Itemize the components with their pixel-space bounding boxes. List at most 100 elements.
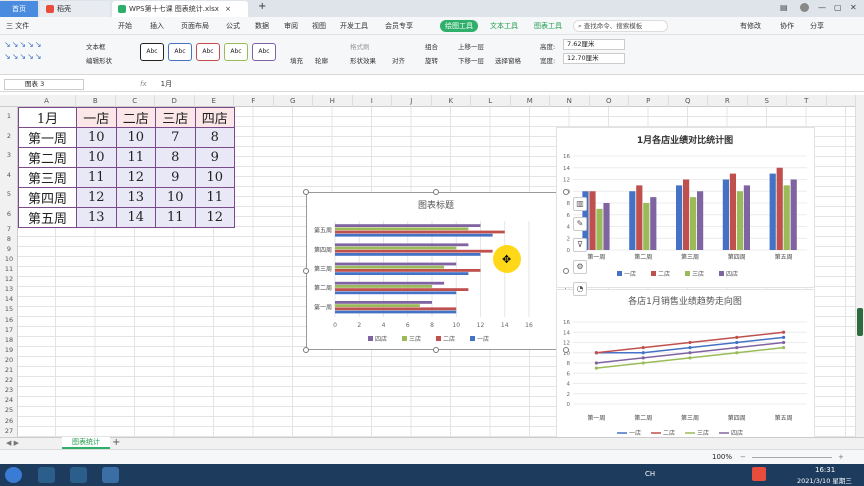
row-header-23[interactable]: 23 bbox=[0, 386, 18, 394]
chart-settings-icon[interactable]: ⚙ bbox=[573, 260, 587, 274]
shape-style-5[interactable]: Abc bbox=[252, 43, 276, 61]
menu-vip[interactable]: 会员专享 bbox=[385, 21, 413, 31]
data-table[interactable]: 1月 一店 二店 三店 四店 第一周 10 10 7 8 第二周 10 11 8 9 第三周 11… bbox=[18, 107, 235, 228]
zoom-level[interactable]: 100% bbox=[712, 453, 732, 461]
row-header-27[interactable]: 27 bbox=[0, 427, 18, 435]
close-tab-icon[interactable]: × bbox=[225, 5, 231, 13]
table-cell[interactable]: 三店 bbox=[155, 107, 196, 128]
textbox-button[interactable]: 文本框 bbox=[86, 41, 106, 51]
table-cell[interactable]: 12 bbox=[76, 187, 117, 208]
row-header-2[interactable]: 2 bbox=[0, 132, 18, 140]
resize-handle[interactable] bbox=[303, 189, 309, 195]
column-header-k[interactable]: K bbox=[432, 95, 471, 107]
row-header-5[interactable]: 5 bbox=[0, 190, 18, 198]
table-cell[interactable]: 8 bbox=[194, 127, 235, 148]
new-tab-icon[interactable]: + bbox=[252, 0, 272, 15]
row-header-19[interactable]: 19 bbox=[0, 346, 18, 354]
column-header-m[interactable]: M bbox=[511, 95, 550, 107]
add-sheet-button[interactable]: + bbox=[112, 437, 120, 448]
collab-button[interactable]: 协作 bbox=[780, 21, 794, 31]
menu-draw-tools[interactable]: 绘图工具 bbox=[440, 20, 478, 32]
zoom-out-icon[interactable]: − bbox=[740, 453, 746, 461]
chart-filter-icon[interactable]: ⊽ bbox=[573, 238, 587, 252]
resize-handle[interactable] bbox=[433, 189, 439, 195]
search-command-input[interactable]: ⌕ 查找命令、搜索模板 bbox=[573, 20, 668, 32]
table-cell[interactable]: 11 bbox=[76, 167, 117, 188]
table-cell[interactable]: 10 bbox=[155, 187, 196, 208]
rotate-button[interactable]: 旋转 bbox=[425, 55, 438, 65]
tab-document[interactable]: WPS第十七课 图表统计.xlsx × bbox=[112, 1, 248, 17]
menu-view[interactable]: 视图 bbox=[312, 21, 326, 31]
row-header-7[interactable]: 7 bbox=[0, 225, 18, 233]
row-header-18[interactable]: 18 bbox=[0, 336, 18, 344]
tab-haoke[interactable]: 稻壳 bbox=[40, 1, 110, 17]
column-header-n[interactable]: N bbox=[550, 95, 590, 107]
table-cell[interactable]: 第二周 bbox=[18, 147, 77, 168]
sheet-nav-icon[interactable]: ◀ ▶ bbox=[6, 439, 19, 447]
table-cell[interactable]: 10 bbox=[76, 147, 117, 168]
column-header-c[interactable]: C bbox=[116, 95, 155, 107]
shape-style-4[interactable]: Abc bbox=[224, 43, 248, 61]
format-brush-button[interactable]: 格式刷 bbox=[350, 41, 370, 51]
table-cell[interactable]: 9 bbox=[155, 167, 196, 188]
table-cell[interactable]: 13 bbox=[76, 207, 117, 228]
share-button[interactable]: 分享 bbox=[810, 21, 824, 31]
table-cell[interactable]: 第三周 bbox=[18, 167, 77, 188]
row-header-25[interactable]: 25 bbox=[0, 406, 18, 414]
outline-button[interactable]: 轮廓 bbox=[315, 55, 328, 65]
column-header-q[interactable]: Q bbox=[669, 95, 708, 107]
column-header-l[interactable]: L bbox=[471, 95, 511, 107]
menu-file[interactable]: 三 文件 bbox=[6, 21, 29, 31]
tab-home[interactable]: 首页 bbox=[0, 1, 38, 17]
menu-data[interactable]: 数据 bbox=[255, 21, 269, 31]
table-cell[interactable]: 第五周 bbox=[18, 207, 77, 228]
row-header-6[interactable]: 6 bbox=[0, 210, 18, 218]
row-header-16[interactable]: 16 bbox=[0, 316, 18, 324]
row-header-8[interactable]: 8 bbox=[0, 235, 18, 243]
table-cell[interactable]: 10 bbox=[76, 127, 117, 148]
scrollbar-thumb[interactable] bbox=[857, 308, 863, 336]
group-button[interactable]: 组合 bbox=[425, 41, 438, 51]
up-layer-button[interactable]: 上移一层 bbox=[458, 41, 484, 51]
row-header-10[interactable]: 10 bbox=[0, 255, 18, 263]
folder-icon[interactable] bbox=[70, 467, 87, 483]
table-cell[interactable]: 11 bbox=[155, 207, 196, 228]
menu-page-layout[interactable]: 页面布局 bbox=[181, 21, 209, 31]
row-header-22[interactable]: 22 bbox=[0, 376, 18, 384]
wps-icon[interactable] bbox=[102, 467, 119, 483]
table-cell[interactable]: 11 bbox=[194, 187, 235, 208]
table-cell[interactable]: 11 bbox=[115, 147, 156, 168]
row-header-15[interactable]: 15 bbox=[0, 305, 18, 313]
menu-start[interactable]: 开始 bbox=[118, 21, 132, 31]
resize-handle[interactable] bbox=[303, 268, 309, 274]
close-icon[interactable]: ✕ bbox=[850, 3, 857, 12]
shape-style-2[interactable]: Abc bbox=[168, 43, 192, 61]
chart-tip-icon[interactable]: ◔ bbox=[573, 282, 587, 296]
column-header-t[interactable]: T bbox=[787, 95, 827, 107]
row-header-14[interactable]: 14 bbox=[0, 295, 18, 303]
menu-chart-tools[interactable]: 图表工具 bbox=[534, 21, 562, 31]
edit-shape-button[interactable]: 编辑形状 bbox=[86, 55, 112, 65]
chart-style-icon[interactable]: ✎ bbox=[573, 217, 587, 231]
table-cell[interactable]: 12 bbox=[115, 167, 156, 188]
column-header-b[interactable]: B bbox=[76, 95, 116, 107]
resize-handle[interactable] bbox=[433, 347, 439, 353]
ime-indicator[interactable]: CH bbox=[645, 470, 655, 478]
column-header-r[interactable]: R bbox=[708, 95, 748, 107]
table-cell[interactable]: 8 bbox=[155, 147, 196, 168]
column-header-p[interactable]: P bbox=[629, 95, 669, 107]
column-header-a[interactable]: A bbox=[18, 95, 76, 107]
zoom-in-icon[interactable]: + bbox=[838, 453, 844, 461]
column-header-e[interactable]: E bbox=[195, 95, 234, 107]
chart-line[interactable]: 各店1月销售业绩趋势走向图 0 2 4 6 8 10 12 14 16 第一周 第二周 第三周 第四周 第五… bbox=[556, 289, 815, 439]
maximize-icon[interactable]: ▢ bbox=[834, 3, 842, 12]
shape-effect-button[interactable]: 形状效果 bbox=[350, 55, 376, 65]
chart-elements-icon[interactable]: ▥ bbox=[573, 197, 587, 211]
vertical-scrollbar[interactable] bbox=[855, 95, 864, 440]
table-cell[interactable]: 四店 bbox=[194, 107, 235, 128]
resize-handle[interactable] bbox=[303, 347, 309, 353]
list-icon[interactable]: ▤ bbox=[780, 3, 788, 12]
chart-column[interactable]: 1月各店业绩对比统计图0246810121416第一周第二周第三周第四周第五周一… bbox=[556, 127, 815, 288]
column-header-h[interactable]: H bbox=[313, 95, 353, 107]
menu-text-tools[interactable]: 文本工具 bbox=[490, 21, 518, 31]
